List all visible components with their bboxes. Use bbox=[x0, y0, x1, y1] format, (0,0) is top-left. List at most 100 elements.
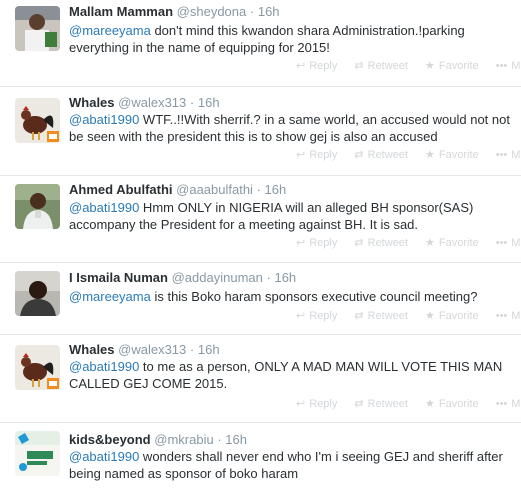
retweet-button[interactable]: ⇄ Retweet bbox=[354, 236, 408, 250]
star-icon: ★ bbox=[425, 398, 435, 410]
favorite-button[interactable]: ★ Favorite bbox=[425, 309, 479, 323]
tweet-timestamp[interactable]: 16h bbox=[258, 4, 280, 19]
favorite-button[interactable]: ★ Favorite bbox=[425, 59, 479, 73]
more-icon: ••• bbox=[495, 149, 508, 161]
tweet[interactable]: Ahmed Abulfathi @aaabulfathi · 16h @abat… bbox=[0, 176, 521, 263]
favorite-button[interactable]: ★ Favorite bbox=[425, 397, 479, 411]
separator-dot: · bbox=[249, 4, 255, 19]
user-fullname[interactable]: Mallam Mamman bbox=[69, 4, 173, 19]
retweet-button[interactable]: ⇄ Retweet bbox=[354, 397, 408, 411]
tweet-text-line: wonders shall never end who I'm i seeing… bbox=[139, 449, 503, 464]
separator-dot: · bbox=[256, 182, 261, 197]
avatar[interactable] bbox=[15, 271, 60, 316]
tweet-text: @mareeyama is this Boko haram sponsors e… bbox=[69, 288, 519, 305]
tweet-text: @abati1990 WTF..!!With sherrif.? in a sa… bbox=[69, 111, 519, 145]
user-fullname[interactable]: kids&beyond bbox=[69, 432, 151, 447]
star-icon: ★ bbox=[425, 60, 435, 72]
tweet-text-line: Hmm ONLY in NIGERIA will an alleged BH s… bbox=[139, 200, 474, 215]
tweet-text-line: CALLED GEJ COME 2015. bbox=[69, 376, 228, 391]
more-button[interactable]: ••• M bbox=[496, 148, 521, 162]
tweet-header: I Ismaila Numan @addayinuman · 16h bbox=[69, 270, 296, 286]
tweet-text-line: being named as sponsor of boko haram bbox=[69, 466, 299, 481]
avatar[interactable] bbox=[15, 345, 60, 390]
tweet[interactable]: I Ismaila Numan @addayinuman · 16h @mare… bbox=[0, 263, 521, 335]
mention-link[interactable]: @abati1990 bbox=[69, 449, 139, 464]
retweet-icon: ⇄ bbox=[354, 398, 364, 410]
mention-link[interactable]: @mareeyama bbox=[69, 289, 151, 304]
reply-button[interactable]: ↩ Reply bbox=[296, 397, 337, 411]
user-fullname[interactable]: Whales bbox=[69, 342, 115, 357]
avatar[interactable] bbox=[15, 184, 60, 229]
favorite-button[interactable]: ★ Favorite bbox=[425, 148, 479, 162]
user-screenname[interactable]: @sheydona bbox=[177, 4, 247, 19]
reply-icon: ↩ bbox=[296, 60, 306, 72]
tweet-text-line: accompany the President for a meeting ag… bbox=[69, 217, 419, 232]
tweet[interactable]: Whales @walex313 · 16h @abati1990 WTF..!… bbox=[0, 87, 521, 176]
user-fullname[interactable]: I Ismaila Numan bbox=[69, 270, 168, 285]
avatar[interactable] bbox=[15, 98, 60, 143]
tweet-actions: ↩ Reply ⇄ Retweet ★ Favorite ••• M bbox=[296, 309, 521, 323]
star-icon: ★ bbox=[425, 310, 435, 322]
reply-button[interactable]: ↩ Reply bbox=[296, 236, 337, 250]
tweet-text-line: don't mind this kwandon shara Administra… bbox=[150, 23, 465, 38]
favorite-button[interactable]: ★ Favorite bbox=[425, 236, 479, 250]
tweet-header: Ahmed Abulfathi @aaabulfathi · 16h bbox=[69, 182, 286, 198]
more-button[interactable]: ••• M bbox=[496, 59, 521, 73]
user-screenname[interactable]: @aaabulfathi bbox=[176, 182, 253, 197]
tweet-text-line: to me as a person, ONLY A MAD MAN WILL V… bbox=[139, 359, 503, 374]
tweet-text: @mareeyama don't mind this kwandon shara… bbox=[69, 22, 519, 56]
tweet-timestamp[interactable]: 16h bbox=[198, 95, 220, 110]
tweet-text-line: is this Boko haram sponsors executive co… bbox=[150, 289, 478, 304]
more-icon: ••• bbox=[495, 237, 508, 249]
more-button[interactable]: ••• M bbox=[496, 236, 521, 250]
separator-dot: · bbox=[189, 95, 195, 110]
retweet-icon: ⇄ bbox=[354, 149, 364, 161]
retweet-button[interactable]: ⇄ Retweet bbox=[354, 309, 408, 323]
tweet-text-line: WTF..!!With sherrif.? in a same world, a… bbox=[139, 112, 510, 127]
more-button[interactable]: ••• M bbox=[496, 397, 521, 411]
retweet-button[interactable]: ⇄ Retweet bbox=[354, 148, 408, 162]
tweet-timeline: Mallam Mamman @sheydona · 16h @mareeyama… bbox=[0, 0, 521, 490]
mention-link[interactable]: @abati1990 bbox=[69, 200, 139, 215]
retweet-icon: ⇄ bbox=[354, 60, 364, 72]
reply-button[interactable]: ↩ Reply bbox=[296, 148, 337, 162]
tweet-timestamp[interactable]: 16h bbox=[265, 182, 287, 197]
mention-link[interactable]: @abati1990 bbox=[69, 359, 139, 374]
tweet-text: @abati1990 Hmm ONLY in NIGERIA will an a… bbox=[69, 199, 519, 233]
user-fullname[interactable]: Ahmed Abulfathi bbox=[69, 182, 173, 197]
tweet-text: @abati1990 to me as a person, ONLY A MAD… bbox=[69, 358, 519, 392]
avatar[interactable] bbox=[15, 431, 60, 476]
reply-icon: ↩ bbox=[296, 149, 306, 161]
tweet-text: @abati1990 wonders shall never end who I… bbox=[69, 448, 519, 482]
user-screenname[interactable]: @addayinuman bbox=[172, 270, 263, 285]
tweet-header: Whales @walex313 · 16h bbox=[69, 342, 220, 358]
retweet-icon: ⇄ bbox=[354, 310, 364, 322]
user-fullname[interactable]: Whales bbox=[69, 95, 115, 110]
user-screenname[interactable]: @mkrabiu bbox=[154, 432, 213, 447]
separator-dot: · bbox=[266, 270, 271, 285]
mention-link[interactable]: @mareeyama bbox=[69, 23, 151, 38]
more-button[interactable]: ••• M bbox=[496, 309, 521, 323]
tweet-text-line: everything in the name of equipping for … bbox=[69, 40, 330, 55]
user-screenname[interactable]: @walex313 bbox=[118, 95, 186, 110]
tweet[interactable]: kids&beyond @mkrabiu · 16h @abati1990 wo… bbox=[0, 423, 521, 490]
tweet[interactable]: Mallam Mamman @sheydona · 16h @mareeyama… bbox=[0, 0, 521, 87]
tweet-header: kids&beyond @mkrabiu · 16h bbox=[69, 432, 247, 448]
tweet-actions: ↩ Reply ⇄ Retweet ★ Favorite ••• M bbox=[296, 148, 521, 162]
reply-button[interactable]: ↩ Reply bbox=[296, 59, 337, 73]
tweet-actions: ↩ Reply ⇄ Retweet ★ Favorite ••• M bbox=[296, 59, 521, 73]
tweet-timestamp[interactable]: 16h bbox=[274, 270, 296, 285]
mention-link[interactable]: @abati1990 bbox=[69, 112, 139, 127]
retweet-button[interactable]: ⇄ Retweet bbox=[354, 59, 408, 73]
reply-icon: ↩ bbox=[296, 310, 306, 322]
tweet-text-line: be seen with the president this is to sh… bbox=[69, 129, 438, 144]
tweet-timestamp[interactable]: 16h bbox=[225, 432, 247, 447]
reply-button[interactable]: ↩ Reply bbox=[296, 309, 337, 323]
avatar[interactable] bbox=[15, 6, 60, 51]
reply-icon: ↩ bbox=[296, 237, 306, 249]
more-icon: ••• bbox=[495, 60, 508, 72]
reply-icon: ↩ bbox=[296, 398, 306, 410]
user-screenname[interactable]: @walex313 bbox=[118, 342, 186, 357]
tweet[interactable]: Whales @walex313 · 16h @abati1990 to me … bbox=[0, 335, 521, 423]
tweet-timestamp[interactable]: 16h bbox=[198, 342, 220, 357]
